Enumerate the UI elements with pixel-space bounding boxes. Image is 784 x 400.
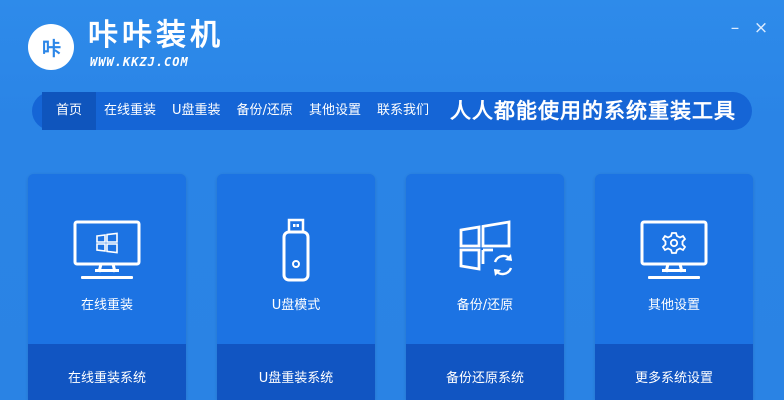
card-online-reinstall[interactable]: 在线重装 在线重装系统 (28, 174, 186, 400)
windows-restore-icon (445, 216, 525, 286)
card-action-label: U盘重装系统 (258, 370, 334, 386)
title-bar: 咔 咔咔装机 WWW.KKZJ.COM – × (0, 0, 784, 90)
nav-item-other-settings[interactable]: 其他设置 (301, 92, 369, 130)
app-logo: 咔 (28, 24, 74, 70)
card-action-label: 更多系统设置 (634, 370, 713, 386)
card-action-button[interactable]: 更多系统设置 (595, 344, 753, 400)
card-top[interactable]: U盘模式 (217, 174, 375, 344)
card-top[interactable]: 在线重装 (28, 174, 186, 344)
card-action-button[interactable]: 备份还原系统 (406, 344, 564, 400)
card-title: 备份/还原 (456, 298, 514, 313)
minimize-button[interactable]: – (725, 18, 745, 38)
slogan: 人人都能使用的系统重装工具 (450, 99, 736, 123)
card-other-settings[interactable]: 其他设置 更多系统设置 (595, 174, 753, 400)
app-url: WWW.KKZJ.COM (90, 55, 189, 69)
card-title: 其他设置 (647, 298, 700, 313)
feature-cards: 在线重装 在线重装系统 U盘模式 U盘重装系统 备份/还原 备份还原系统 其他设… (28, 174, 758, 400)
logo-mark: 咔 (41, 37, 61, 60)
close-button[interactable]: × (751, 18, 771, 38)
card-title: U盘模式 (271, 298, 321, 313)
app-name: 咔咔装机 (88, 18, 224, 53)
card-backup-restore[interactable]: 备份/还原 备份还原系统 (406, 174, 564, 400)
nav-item-contact-us[interactable]: 联系我们 (369, 92, 437, 130)
card-top[interactable]: 备份/还原 (406, 174, 564, 344)
nav-items: 首页 在线重装 U盘重装 备份/还原 其他设置 联系我们 (32, 92, 437, 130)
usb-drive-icon (256, 216, 336, 286)
installer-window: 咔 咔咔装机 WWW.KKZJ.COM – × 首页 在线重装 U盘重装 备份/… (0, 0, 784, 400)
card-action-button[interactable]: U盘重装系统 (217, 344, 375, 400)
monitor-gear-icon (634, 216, 714, 286)
nav-item-home[interactable]: 首页 (42, 92, 97, 130)
card-action-label: 在线重装系统 (67, 370, 146, 386)
card-action-button[interactable]: 在线重装系统 (28, 344, 186, 400)
card-action-label: 备份还原系统 (445, 370, 524, 386)
nav-item-usb-reinstall[interactable]: U盘重装 (164, 92, 229, 130)
card-title: 在线重装 (80, 298, 133, 313)
nav-item-online-reinstall[interactable]: 在线重装 (96, 92, 164, 130)
monitor-windows-icon (67, 216, 147, 286)
card-top[interactable]: 其他设置 (595, 174, 753, 344)
card-usb-mode[interactable]: U盘模式 U盘重装系统 (217, 174, 375, 400)
main-nav: 首页 在线重装 U盘重装 备份/还原 其他设置 联系我们 人人都能使用的系统重装… (32, 92, 752, 130)
nav-item-backup-restore[interactable]: 备份/还原 (229, 92, 301, 130)
